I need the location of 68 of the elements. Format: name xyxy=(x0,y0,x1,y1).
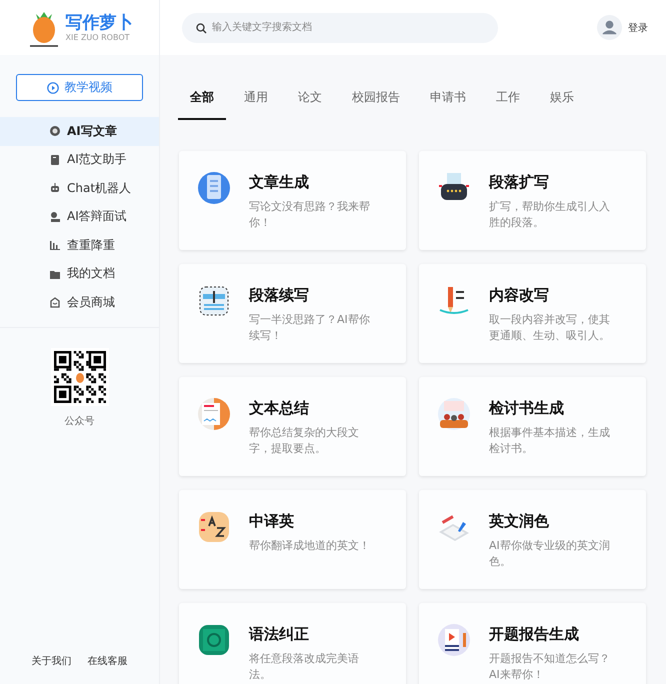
qr-code-drawing xyxy=(50,348,108,406)
feature-icon xyxy=(197,397,231,431)
card-title: 语法纠正 xyxy=(249,624,310,645)
sidebar-item[interactable]: 会员商城 xyxy=(0,288,159,316)
menu-item-icon xyxy=(49,296,61,308)
feature-icon xyxy=(197,284,231,318)
feature-icon xyxy=(197,171,231,205)
card-description: 扩写，帮助你生成引人入胜的段落。 xyxy=(489,199,611,231)
brand-subtitle: XIE ZUO ROBOT xyxy=(66,32,130,42)
footer-link[interactable]: 在线客服 xyxy=(88,654,128,668)
category-tab[interactable]: 娱乐 xyxy=(538,81,586,120)
category-tab[interactable]: 论文 xyxy=(286,81,334,120)
card-title: 开题报告生成 xyxy=(489,624,580,645)
brand-name: 写作萝卜 xyxy=(66,12,134,32)
feature-card[interactable]: 开题报告生成 开题报告不知道怎么写？AI来帮你！ xyxy=(419,603,646,684)
menu-item-icon xyxy=(49,125,61,138)
feature-card[interactable]: 段落扩写 扩写，帮助你生成引人入胜的段落。 xyxy=(419,151,646,250)
feature-card[interactable]: 检讨书生成 根据事件基本描述，生成检讨书。 xyxy=(419,377,646,476)
card-title: 检讨书生成 xyxy=(489,398,565,419)
card-description: 写一半没思路了？AI帮你续写！ xyxy=(249,312,371,344)
sidebar-item[interactable]: Chat机器人 xyxy=(0,174,159,202)
card-description: 写论文没有思路？我来帮你！ xyxy=(249,199,371,231)
card-title: 段落续写 xyxy=(249,285,310,306)
feature-icon xyxy=(197,510,231,544)
sidebar-item[interactable]: 我的文档 xyxy=(0,260,159,288)
feature-card[interactable]: 内容改写 取一段内容并改写，使其更通顺、生动、吸引人。 xyxy=(419,264,646,363)
card-description: 帮你翻译成地道的英文！ xyxy=(249,538,370,554)
feature-card[interactable]: 语法纠正 将任意段落改成完美语法。 xyxy=(179,603,406,684)
feature-card[interactable]: 文本总结 帮你总结复杂的大段文字，提取要点。 xyxy=(179,377,406,476)
card-title: 内容改写 xyxy=(489,285,550,306)
footer-link[interactable]: 关于我们 xyxy=(32,654,72,668)
feature-icon xyxy=(437,623,471,657)
category-tab[interactable]: 校园报告 xyxy=(340,81,412,120)
qr-caption: 公众号 xyxy=(64,414,94,428)
feature-icon xyxy=(197,623,231,657)
play-icon xyxy=(46,82,58,94)
menu-item-icon xyxy=(49,239,61,252)
menu-item-icon xyxy=(49,210,61,223)
card-title: 段落扩写 xyxy=(489,172,550,193)
sidebar-item[interactable]: AI范文助手 xyxy=(0,146,159,174)
category-tab[interactable]: 工作 xyxy=(484,81,532,120)
sidebar-item[interactable]: 查重降重 xyxy=(0,231,159,260)
card-description: 将任意段落改成完美语法。 xyxy=(249,651,360,683)
avatar-icon xyxy=(597,15,622,40)
tutorial-video-button[interactable]: 教学视频 xyxy=(16,74,143,101)
feature-icon xyxy=(437,397,471,431)
feature-card[interactable]: 文章生成 写论文没有思路？我来帮你！ xyxy=(179,151,406,250)
sidebar-item[interactable]: AI写文章 xyxy=(0,117,159,146)
feature-card[interactable]: 英文润色 AI帮你做专业级的英文润色。 xyxy=(419,490,646,589)
card-description: 根据事件基本描述，生成检讨书。 xyxy=(489,425,611,457)
sidebar-item[interactable]: AI答辩面试 xyxy=(0,202,159,231)
menu-item-icon xyxy=(49,154,61,166)
card-description: 帮你总结复杂的大段文字，提取要点。 xyxy=(249,425,360,457)
login-button[interactable]: 登录 xyxy=(597,15,648,40)
card-description: AI帮你做专业级的英文润色。 xyxy=(489,538,611,570)
category-tab[interactable]: 申请书 xyxy=(418,81,478,120)
card-title: 英文润色 xyxy=(489,511,550,532)
category-tab[interactable]: 通用 xyxy=(232,81,280,120)
feature-card[interactable]: 中译英 帮你翻译成地道的英文！ xyxy=(179,490,406,589)
card-description: 取一段内容并改写，使其更通顺、生动、吸引人。 xyxy=(489,312,611,344)
card-title: 文本总结 xyxy=(249,398,310,419)
card-description: 开题报告不知道怎么写？AI来帮你！ xyxy=(489,651,611,683)
menu-item-icon xyxy=(49,182,61,194)
feature-card[interactable]: 段落续写 写一半没思路了？AI帮你续写！ xyxy=(179,264,406,363)
category-tab[interactable]: 全部 xyxy=(178,81,226,120)
search-field[interactable]: 输入关键文字搜索文档 xyxy=(182,12,498,42)
card-title: 文章生成 xyxy=(249,172,310,193)
card-title: 中译英 xyxy=(249,511,295,532)
